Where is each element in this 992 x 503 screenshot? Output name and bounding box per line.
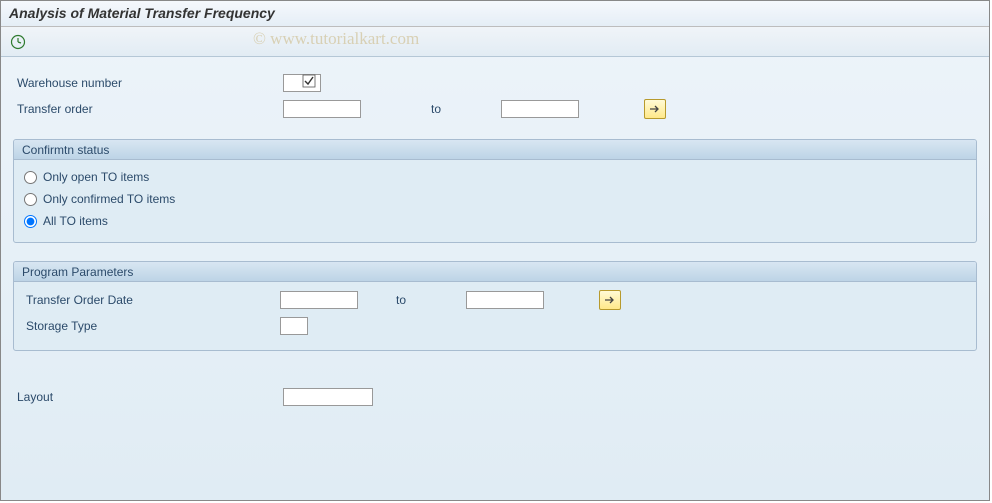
radio-confirmed-items-label: Only confirmed TO items <box>43 192 175 206</box>
transfer-order-to-input[interactable] <box>501 100 579 118</box>
confirm-status-body: Only open TO items Only confirmed TO ite… <box>14 160 976 242</box>
radio-all-items[interactable]: All TO items <box>22 210 968 232</box>
arrow-right-icon <box>604 295 616 305</box>
warehouse-number-input[interactable] <box>283 74 321 92</box>
main-window: Analysis of Material Transfer Frequency … <box>0 0 990 501</box>
transfer-date-to-label: to <box>396 293 466 307</box>
page-title: Analysis of Material Transfer Frequency <box>9 5 275 21</box>
confirm-status-group: Confirmtn status Only open TO items Only… <box>13 139 977 243</box>
radio-all-items-label: All TO items <box>43 214 108 228</box>
transfer-order-multiselect-button[interactable] <box>644 99 666 119</box>
radio-open-items-label: Only open TO items <box>43 170 149 184</box>
layout-input[interactable] <box>283 388 373 406</box>
warehouse-number-label: Warehouse number <box>13 76 283 90</box>
transfer-date-to-input[interactable] <box>466 291 544 309</box>
confirm-status-header: Confirmtn status <box>14 140 976 160</box>
storage-type-label: Storage Type <box>22 319 280 333</box>
layout-label: Layout <box>13 390 283 404</box>
clock-icon <box>10 34 26 50</box>
transfer-date-row: Transfer Order Date to <box>22 288 968 312</box>
transfer-date-multiselect-button[interactable] <box>599 290 621 310</box>
program-params-body: Transfer Order Date to Storage Type <box>14 282 976 350</box>
program-params-group: Program Parameters Transfer Order Date t… <box>13 261 977 351</box>
arrow-right-icon <box>649 104 661 114</box>
storage-type-row: Storage Type <box>22 314 968 338</box>
transfer-order-from-input[interactable] <box>283 100 361 118</box>
title-bar: Analysis of Material Transfer Frequency <box>1 1 989 27</box>
transfer-date-from-input[interactable] <box>280 291 358 309</box>
program-params-header: Program Parameters <box>14 262 976 282</box>
content-area: Warehouse number Transfer order to Confi… <box>1 57 989 423</box>
transfer-order-label: Transfer order <box>13 102 283 116</box>
storage-type-input[interactable] <box>280 317 308 335</box>
warehouse-number-row: Warehouse number <box>13 71 977 95</box>
transfer-order-row: Transfer order to <box>13 97 977 121</box>
layout-row: Layout <box>13 385 977 409</box>
radio-open-items[interactable]: Only open TO items <box>22 166 968 188</box>
radio-confirmed-items[interactable]: Only confirmed TO items <box>22 188 968 210</box>
radio-all-items-input[interactable] <box>24 215 37 228</box>
execute-button[interactable] <box>7 31 29 53</box>
transfer-date-label: Transfer Order Date <box>22 293 280 307</box>
radio-confirmed-items-input[interactable] <box>24 193 37 206</box>
radio-open-items-input[interactable] <box>24 171 37 184</box>
transfer-order-to-label: to <box>431 102 501 116</box>
toolbar <box>1 27 989 57</box>
